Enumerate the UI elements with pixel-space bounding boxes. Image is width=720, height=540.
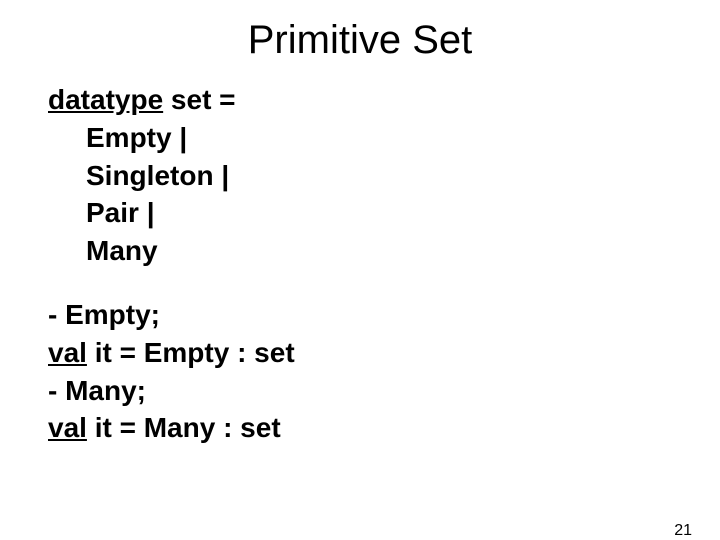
datatype-decl-line: datatype set =: [48, 81, 672, 119]
repl-input-many: - Many;: [48, 372, 672, 410]
constructor-empty: Empty |: [48, 119, 672, 157]
repl-input-empty: - Empty;: [48, 296, 672, 334]
constructor-singleton: Singleton |: [48, 157, 672, 195]
repl-output-many-rest: it = Many : set: [87, 412, 281, 443]
repl-output-empty: val it = Empty : set: [48, 334, 672, 372]
datatype-rest: set =: [163, 84, 235, 115]
slide: Primitive Set datatype set = Empty | Sin…: [0, 18, 720, 540]
repl-output-empty-rest: it = Empty : set: [87, 337, 295, 368]
constructor-many: Many: [48, 232, 672, 270]
page-number: 21: [674, 522, 692, 540]
constructor-pair: Pair |: [48, 194, 672, 232]
keyword-val-1: val: [48, 337, 87, 368]
keyword-datatype: datatype: [48, 84, 163, 115]
repl-output-many: val it = Many : set: [48, 409, 672, 447]
slide-title: Primitive Set: [0, 18, 720, 63]
repl-block: - Empty; val it = Empty : set - Many; va…: [48, 296, 672, 447]
slide-body: datatype set = Empty | Singleton | Pair …: [0, 63, 720, 447]
keyword-val-2: val: [48, 412, 87, 443]
